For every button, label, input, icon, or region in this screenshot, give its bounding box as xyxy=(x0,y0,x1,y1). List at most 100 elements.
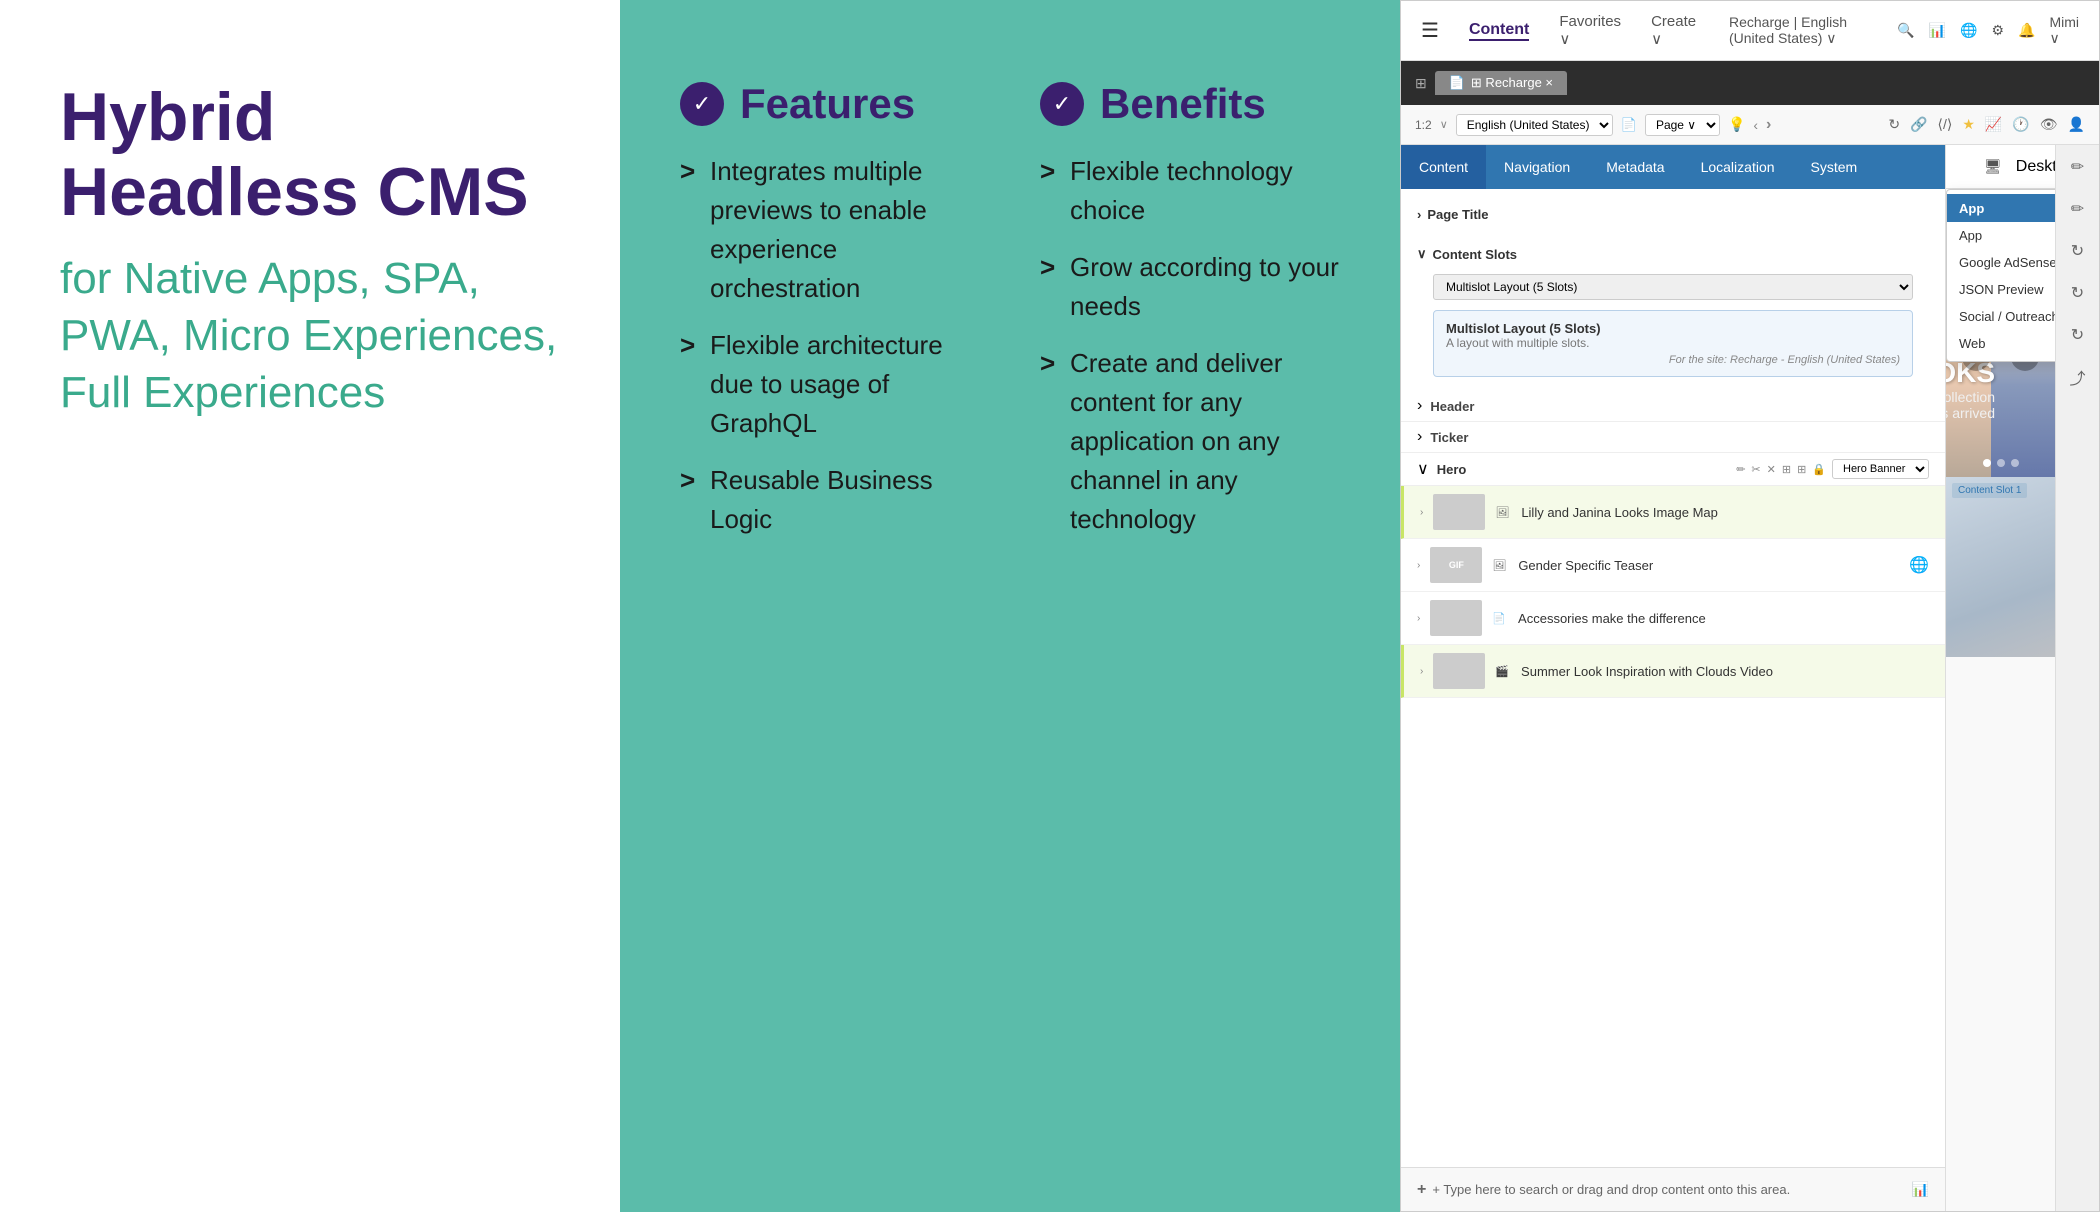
item-icon-1: 🖼 xyxy=(1495,506,1509,519)
right-tool-refresh2[interactable]: ↻ xyxy=(2064,279,2092,307)
refresh-icon[interactable]: ↻ xyxy=(1888,116,1900,133)
person-icon[interactable]: 👤 xyxy=(2068,116,2085,133)
dropdown-item-adsense[interactable]: Google AdSense xyxy=(1947,249,2055,276)
toolbar-chevron[interactable]: ∨ xyxy=(1440,118,1448,131)
dropdown-item-json[interactable]: JSON Preview xyxy=(1947,276,2055,303)
globe-icon-2: 🌐 xyxy=(1909,555,1929,575)
globe-icon[interactable]: 🌐 xyxy=(1960,22,1977,39)
nav-content[interactable]: Content xyxy=(1469,21,1529,41)
nav-tab-content[interactable]: Content xyxy=(1401,145,1486,189)
nav-tab-navigation[interactable]: Navigation xyxy=(1486,145,1588,189)
nav-tab-metadata[interactable]: Metadata xyxy=(1588,145,1682,189)
clock-icon[interactable]: 🕐 xyxy=(2012,116,2029,133)
page-title-section: › Page Title xyxy=(1401,199,1945,238)
features-check-icon: ✓ xyxy=(680,82,724,126)
features-title: Features xyxy=(740,80,915,128)
item-expand-4[interactable]: › xyxy=(1420,666,1423,677)
header-section: › Header xyxy=(1401,391,1945,422)
feature-item-3: Reusable Business Logic xyxy=(680,461,980,539)
item-expand-1[interactable]: › xyxy=(1420,507,1423,518)
multislot-select[interactable]: Multislot Layout (5 Slots) xyxy=(1433,274,1913,300)
search-icon[interactable]: 🔍 xyxy=(1897,22,1914,39)
cms-topbar: ☰ Content Favorites ∨ Create ∨ Recharge … xyxy=(1401,1,2099,61)
hero-lock-icon: 🔒 xyxy=(1812,463,1826,476)
header-expand-icon[interactable]: › xyxy=(1417,397,1422,415)
dropdown-item-social[interactable]: Social / Outreach xyxy=(1947,303,2055,330)
hero-dot-1[interactable] xyxy=(1983,459,1991,467)
benefits-title: Benefits xyxy=(1100,80,1266,128)
item-icon-3: 📄 xyxy=(1492,612,1506,625)
add-icon[interactable]: + xyxy=(1417,1181,1426,1199)
dropdown-item-app[interactable]: App xyxy=(1947,222,2055,249)
item-name-2: Gender Specific Teaser xyxy=(1518,558,1899,573)
language-select[interactable]: English (United States) xyxy=(1456,114,1613,136)
header-label: Header xyxy=(1430,399,1474,414)
hero-dot-3[interactable] xyxy=(2011,459,2019,467)
user-menu[interactable]: Mimi ∨ xyxy=(2049,14,2079,47)
settings-icon[interactable]: ⚙ xyxy=(1991,22,2004,39)
hero-tool-x[interactable]: ✕ xyxy=(1767,463,1776,476)
cms-item-1: › 🖼 Lilly and Janina Looks Image Map xyxy=(1401,486,1945,539)
star-icon[interactable]: ★ xyxy=(1962,116,1975,133)
cms-item-3: › 📄 Accessories make the difference xyxy=(1401,592,1945,645)
tab-icon: 📄 xyxy=(1449,75,1465,91)
eye-icon[interactable]: 👁 xyxy=(2040,116,2058,133)
right-tool-refresh1[interactable]: ↻ xyxy=(2064,237,2092,265)
nav-favorites[interactable]: Favorites ∨ xyxy=(1559,13,1621,48)
nav-create[interactable]: Create ∨ xyxy=(1651,13,1699,48)
hero-collapse-icon[interactable]: ∨ xyxy=(1417,459,1429,479)
hero-section-header: ∨ Hero ✏ ✂ ✕ ⊞ ⊞ 🔒 Hero Banner xyxy=(1401,453,1945,486)
benefit-item-2: Grow according to your needs xyxy=(1040,248,1340,326)
chart-icon[interactable]: 📈 xyxy=(1985,116,2002,133)
bulb-icon[interactable]: 💡 xyxy=(1728,116,1745,133)
cms-tab-recharge[interactable]: 📄 ⊞ Recharge × xyxy=(1435,71,1567,95)
preview-topbar: 🖥 Desktop ⊡ ⊞ 📱 App ∨ App Goo xyxy=(1946,145,2055,189)
right-tool-edit[interactable]: ✏ xyxy=(2064,195,2092,223)
left-panel: Hybrid Headless CMS for Native Apps, SPA… xyxy=(0,0,620,1212)
cms-bottom-bar: + + Type here to search or drag and drop… xyxy=(1401,1167,1945,1211)
item-expand-3[interactable]: › xyxy=(1417,613,1420,624)
hero-label: Hero xyxy=(1437,462,1467,477)
desktop-label: Desktop xyxy=(2016,158,2055,176)
features-list: Integrates multiple previews to enable e… xyxy=(680,152,980,539)
dropdown-item-web[interactable]: Web xyxy=(1947,330,2055,357)
cms-left-panel: Content Navigation Metadata Localization… xyxy=(1401,145,1946,1211)
nav-tab-system[interactable]: System xyxy=(1793,145,1876,189)
cms-content-area: › Page Title ∨ Content Slots Multislot L… xyxy=(1401,189,1945,1167)
cms-item-2: › GIF 🖼 Gender Specific Teaser 🌐 xyxy=(1401,539,1945,592)
hero-dot-2[interactable] xyxy=(1997,459,2005,467)
collapse-icon[interactable]: ∨ xyxy=(1417,246,1427,262)
cms-panel: ☰ Content Favorites ∨ Create ∨ Recharge … xyxy=(1400,0,2100,1212)
right-tool-pencil[interactable]: ✏ xyxy=(2064,153,2092,181)
hero-tool-cut[interactable]: ✂ xyxy=(1751,463,1760,476)
cms-item-4: › 🎬 Summer Look Inspiration with Clouds … xyxy=(1401,645,1945,698)
external-link-icon[interactable]: 🔗 xyxy=(1910,116,1927,133)
preview-lower: Content Slot 1 10/20/2022 · Michelle Vil… xyxy=(1946,477,2055,1211)
cms-toolbar: 1:2 ∨ English (United States) 📄 Page ∨ 💡… xyxy=(1401,105,2099,145)
ticker-label: Ticker xyxy=(1430,430,1468,445)
feature-item-2: Flexible architecture due to usage of Gr… xyxy=(680,326,980,443)
ticker-expand-icon[interactable]: › xyxy=(1417,428,1422,446)
hero-tool-more[interactable]: ⊞ xyxy=(1797,463,1806,476)
bell-icon[interactable]: 🔔 xyxy=(2018,22,2035,39)
hero-tool-move[interactable]: ⊞ xyxy=(1782,463,1791,476)
site-selector[interactable]: Recharge | English (United States) ∨ xyxy=(1729,14,1883,47)
view-select[interactable]: Page ∨ xyxy=(1645,114,1720,136)
hero-layout-select[interactable]: Hero Banner xyxy=(1832,459,1929,479)
share-icon[interactable]: ⟨/⟩ xyxy=(1938,116,1953,133)
item-expand-2[interactable]: › xyxy=(1417,560,1420,571)
cms-main: Content Navigation Metadata Localization… xyxy=(1401,145,2099,1211)
features-block: ✓ Features Integrates multiple previews … xyxy=(680,80,980,557)
right-tool-share[interactable]: ⤴ xyxy=(2064,363,2092,391)
hamburger-icon[interactable]: ☰ xyxy=(1421,18,1439,43)
ticker-section: › Ticker xyxy=(1401,422,1945,453)
forward-icon[interactable]: › xyxy=(1766,116,1771,134)
back-icon[interactable]: ‹ xyxy=(1753,117,1758,133)
nav-tab-localization[interactable]: Localization xyxy=(1683,145,1793,189)
item-name-4: Summer Look Inspiration with Clouds Vide… xyxy=(1521,664,1929,679)
grid-icon: ⊞ xyxy=(1415,75,1427,92)
right-tool-refresh3[interactable]: ↻ xyxy=(2064,321,2092,349)
bar-chart-icon[interactable]: 📊 xyxy=(1929,22,1946,39)
hero-tool-pencil[interactable]: ✏ xyxy=(1736,463,1745,476)
expand-icon[interactable]: › xyxy=(1417,207,1421,222)
